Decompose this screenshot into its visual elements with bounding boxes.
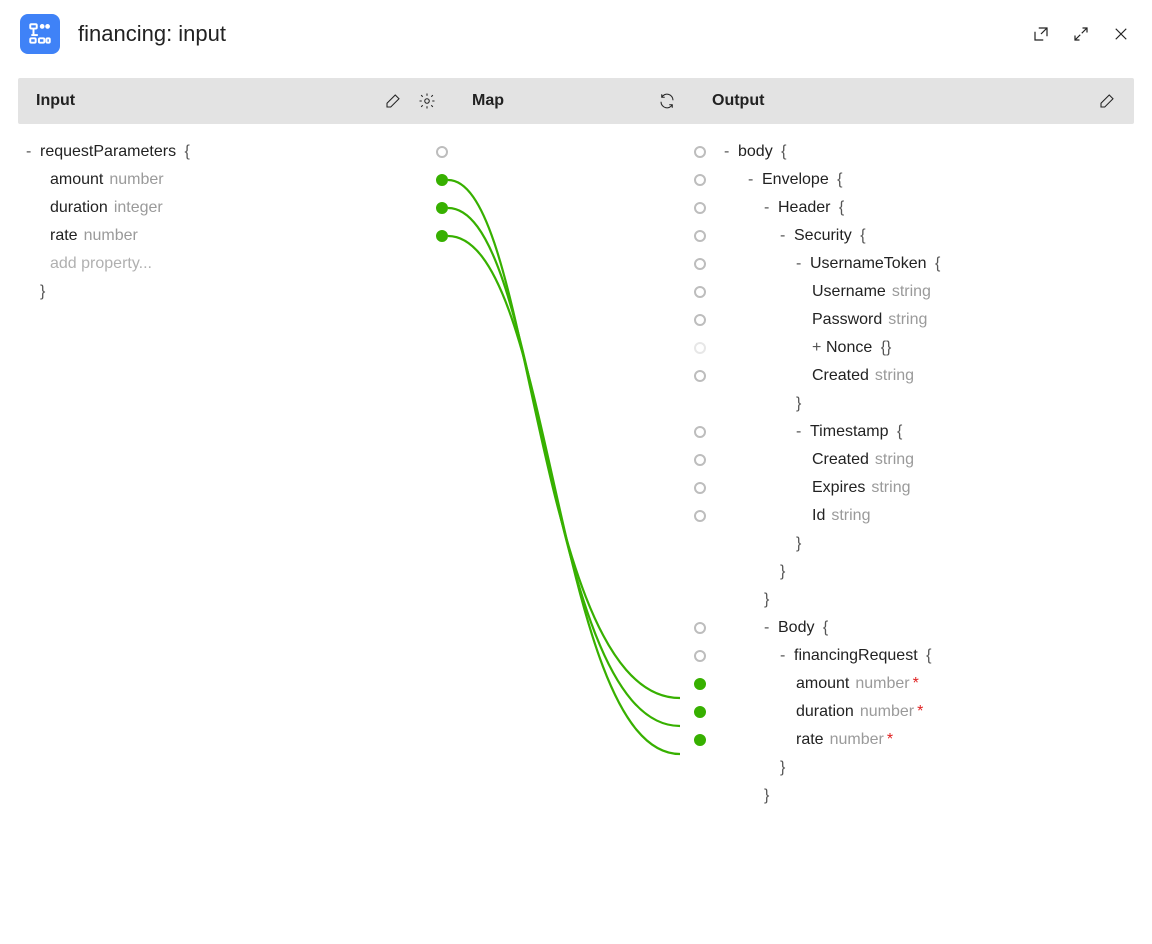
output-node-soapbody[interactable]: -Body {	[694, 614, 1134, 642]
refresh-map-icon[interactable]	[658, 92, 676, 110]
output-node-created[interactable]: Createdstring	[694, 362, 1134, 390]
output-node-timestamp[interactable]: -Timestamp {	[694, 418, 1134, 446]
output-node-header[interactable]: -Header {	[694, 194, 1134, 222]
output-node-duration[interactable]: durationnumber*	[694, 698, 1134, 726]
output-node-envelope[interactable]: -Envelope {	[694, 166, 1134, 194]
expand-icon[interactable]	[1070, 23, 1092, 45]
edit-input-icon[interactable]	[384, 92, 402, 110]
column-headers: Input Map Output	[18, 78, 1134, 124]
input-node-duration[interactable]: durationinteger	[18, 194, 454, 222]
output-close-security: }	[694, 558, 1134, 586]
output-node-password[interactable]: Passwordstring	[694, 306, 1134, 334]
map-header: Map	[472, 92, 504, 110]
output-node-security[interactable]: -Security {	[694, 222, 1134, 250]
output-node-ts-id[interactable]: Idstring	[694, 502, 1134, 530]
output-header: Output	[712, 92, 764, 110]
input-node-requestParameters[interactable]: -requestParameters {	[18, 138, 454, 166]
input-port[interactable]	[436, 202, 448, 214]
input-port[interactable]	[436, 230, 448, 242]
input-header: Input	[36, 92, 75, 110]
page-title: financing: input	[78, 21, 226, 47]
input-port[interactable]	[436, 174, 448, 186]
output-node-usernametoken[interactable]: -UsernameToken {	[694, 250, 1134, 278]
edit-output-icon[interactable]	[1098, 92, 1116, 110]
output-tree: -body { -Envelope { -Header { -Security …	[694, 124, 1134, 810]
output-close-usernametoken: }	[694, 390, 1134, 418]
input-tree: -requestParameters { amountnumber durati…	[18, 124, 454, 810]
output-node-amount[interactable]: amountnumber*	[694, 670, 1134, 698]
pop-out-icon[interactable]	[1030, 23, 1052, 45]
output-node-username[interactable]: Usernamestring	[694, 278, 1134, 306]
map-canvas[interactable]	[454, 124, 694, 810]
output-close-timestamp: }	[694, 530, 1134, 558]
output-close-header: }	[694, 586, 1134, 614]
mapping-wires	[454, 124, 694, 944]
output-close-financingRequest: }	[694, 754, 1134, 782]
output-close-soapbody: }	[694, 782, 1134, 810]
output-node-ts-expires[interactable]: Expiresstring	[694, 474, 1134, 502]
output-node-ts-created[interactable]: Createdstring	[694, 446, 1134, 474]
title-bar: financing: input	[0, 0, 1152, 62]
output-port[interactable]	[694, 734, 706, 746]
input-node-rate[interactable]: ratenumber	[18, 222, 454, 250]
input-close-brace: }	[18, 278, 454, 306]
output-node-body[interactable]: -body {	[694, 138, 1134, 166]
add-property[interactable]: add property...	[18, 250, 454, 278]
output-node-nonce[interactable]: +Nonce {}	[694, 334, 1134, 362]
input-port[interactable]	[436, 146, 448, 158]
input-node-amount[interactable]: amountnumber	[18, 166, 454, 194]
output-port[interactable]	[694, 678, 706, 690]
output-node-financingRequest[interactable]: -financingRequest {	[694, 642, 1134, 670]
app-icon	[20, 14, 60, 54]
settings-icon[interactable]	[418, 92, 436, 110]
output-node-rate[interactable]: ratenumber*	[694, 726, 1134, 754]
output-port[interactable]	[694, 706, 706, 718]
close-icon[interactable]	[1110, 23, 1132, 45]
output-port[interactable]	[694, 146, 706, 158]
